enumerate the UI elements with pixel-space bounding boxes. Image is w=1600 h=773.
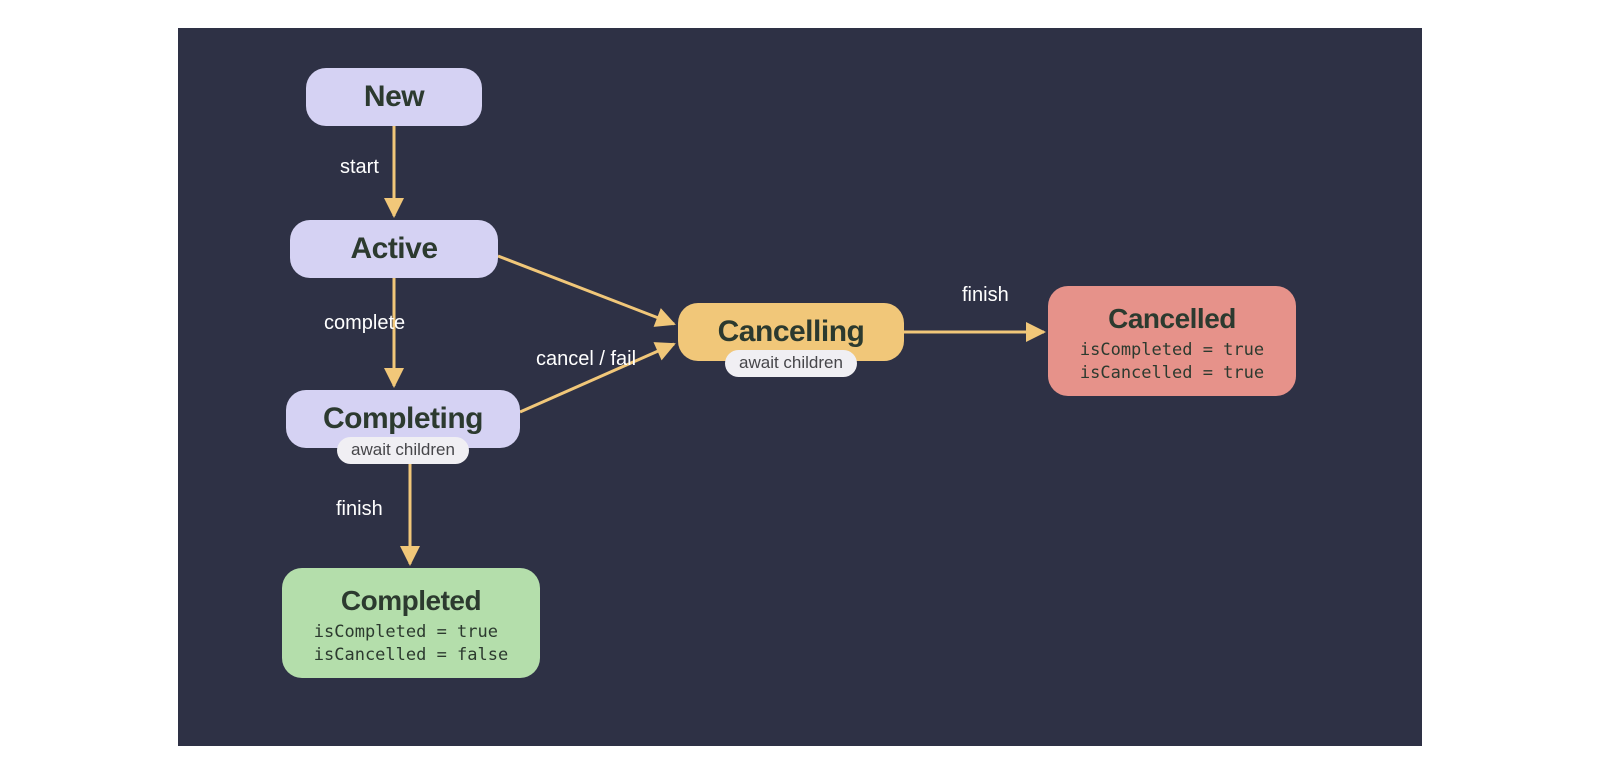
state-cancelled-line2: isCancelled = true xyxy=(1080,362,1264,385)
edge-label-finish-left: finish xyxy=(336,498,383,521)
state-completing-sublabel: await children xyxy=(337,437,469,464)
state-active-title: Active xyxy=(350,232,437,266)
state-cancelled: Cancelled isCompleted = true isCancelled… xyxy=(1048,286,1296,396)
state-cancelling: Cancelling await children xyxy=(678,303,904,361)
state-completed-title: Completed xyxy=(341,585,481,617)
state-completed-line1: isCompleted = true xyxy=(314,621,508,644)
state-cancelling-title: Cancelling xyxy=(718,315,865,349)
state-completed-line2: isCancelled = false xyxy=(314,644,508,667)
state-new-title: New xyxy=(364,80,424,114)
edge-label-finish-right: finish xyxy=(962,284,1009,307)
state-cancelling-sublabel: await children xyxy=(725,350,857,377)
edge-label-complete: complete xyxy=(324,312,405,335)
state-active: Active xyxy=(290,220,498,278)
diagram-canvas: New Active Completing await children Com… xyxy=(178,28,1422,746)
state-new: New xyxy=(306,68,482,126)
state-cancelled-title: Cancelled xyxy=(1108,303,1236,335)
state-completed: Completed isCompleted = true isCancelled… xyxy=(282,568,540,678)
state-cancelled-line1: isCompleted = true xyxy=(1080,339,1264,362)
edge-label-start: start xyxy=(340,156,379,179)
arrow-active-cancelling xyxy=(498,256,674,324)
edge-label-cancel-fail: cancel / fail xyxy=(536,348,636,371)
state-completing-title: Completing xyxy=(323,402,483,436)
state-completed-details: isCompleted = true isCancelled = false xyxy=(314,621,508,667)
state-cancelled-details: isCompleted = true isCancelled = true xyxy=(1080,339,1264,385)
state-completing: Completing await children xyxy=(286,390,520,448)
